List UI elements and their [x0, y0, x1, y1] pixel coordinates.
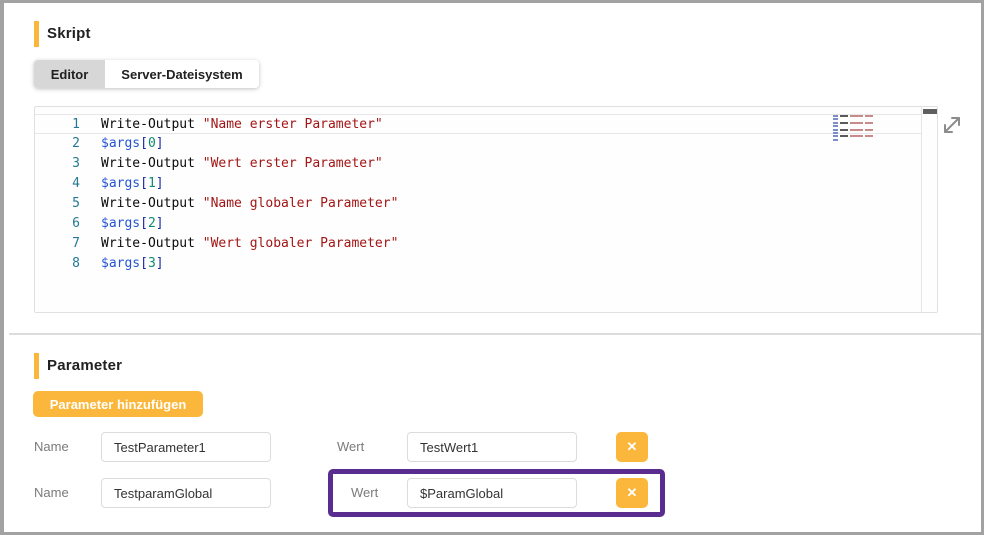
line-number: 6: [35, 214, 80, 234]
name-label: Name: [34, 478, 69, 508]
skript-title: Skript: [47, 25, 91, 42]
wert-label: Wert: [351, 478, 378, 508]
parameter-section-header: Parameter: [34, 352, 122, 379]
tab-server-dateisystem[interactable]: Server-Dateisystem: [105, 60, 259, 88]
code-text: $args[2]: [80, 214, 164, 234]
remove-parameter-button[interactable]: ✕: [616, 432, 648, 462]
code-line[interactable]: 4$args[1]: [35, 174, 921, 194]
minimap-line: [833, 115, 877, 117]
scrollbar-thumb[interactable]: [923, 109, 937, 114]
code-text: Write-Output "Wert erster Parameter": [80, 154, 383, 174]
code-line[interactable]: 5Write-Output "Name globaler Parameter": [35, 194, 921, 214]
app-window: Skript Editor Server-Dateisystem 1Write-…: [0, 0, 984, 535]
code-line[interactable]: 3Write-Output "Wert erster Parameter": [35, 154, 921, 174]
code-line[interactable]: 1Write-Output "Name erster Parameter": [35, 114, 921, 134]
minimap-line: [833, 129, 877, 131]
line-number: 7: [35, 234, 80, 254]
code-line[interactable]: 8$args[3]: [35, 254, 921, 274]
parameter-title: Parameter: [47, 357, 122, 374]
editor-minimap[interactable]: [833, 115, 877, 142]
minimap-line: [833, 132, 877, 134]
script-source-tabs: Editor Server-Dateisystem: [34, 60, 259, 88]
code-text: Write-Output "Name globaler Parameter": [80, 194, 398, 214]
param-wert-input[interactable]: [407, 432, 577, 462]
code-editor[interactable]: 1Write-Output "Name erster Parameter" 2$…: [34, 106, 938, 313]
minimap-line: [833, 122, 877, 124]
code-text: Write-Output "Wert globaler Parameter": [80, 234, 398, 254]
code-text: $args[3]: [80, 254, 164, 274]
wert-label: Wert: [337, 432, 364, 462]
minimap-line: [833, 125, 877, 127]
line-number: 4: [35, 174, 80, 194]
minimap-line: [833, 139, 877, 141]
param-name-input[interactable]: [101, 478, 271, 508]
line-number: 5: [35, 194, 80, 214]
tab-editor[interactable]: Editor: [34, 60, 105, 88]
expand-icon: [940, 113, 964, 137]
add-parameter-button[interactable]: Parameter hinzufügen: [33, 391, 203, 417]
code-line[interactable]: 2$args[0]: [35, 134, 921, 154]
minimap-line: [833, 118, 877, 120]
code-line[interactable]: 7Write-Output "Wert globaler Parameter": [35, 234, 921, 254]
skript-section-header: Skript: [34, 20, 91, 47]
line-number: 8: [35, 254, 80, 274]
line-number: 2: [35, 134, 80, 154]
expand-editor-button[interactable]: [940, 113, 964, 137]
section-divider: [9, 333, 983, 335]
name-label: Name: [34, 432, 69, 462]
line-number: 1: [35, 115, 80, 133]
param-wert-input[interactable]: [407, 478, 577, 508]
param-name-input[interactable]: [101, 432, 271, 462]
minimap-line: [833, 135, 877, 137]
accent-bar: [34, 353, 39, 379]
code-text: $args[1]: [80, 174, 164, 194]
line-number: 3: [35, 154, 80, 174]
accent-bar: [34, 21, 39, 47]
code-text: Write-Output "Name erster Parameter": [80, 115, 383, 133]
editor-scrollbar[interactable]: [921, 107, 937, 312]
remove-parameter-button[interactable]: ✕: [616, 478, 648, 508]
code-line[interactable]: 6$args[2]: [35, 214, 921, 234]
code-text: $args[0]: [80, 134, 164, 154]
code-area: 1Write-Output "Name erster Parameter" 2$…: [35, 114, 921, 274]
